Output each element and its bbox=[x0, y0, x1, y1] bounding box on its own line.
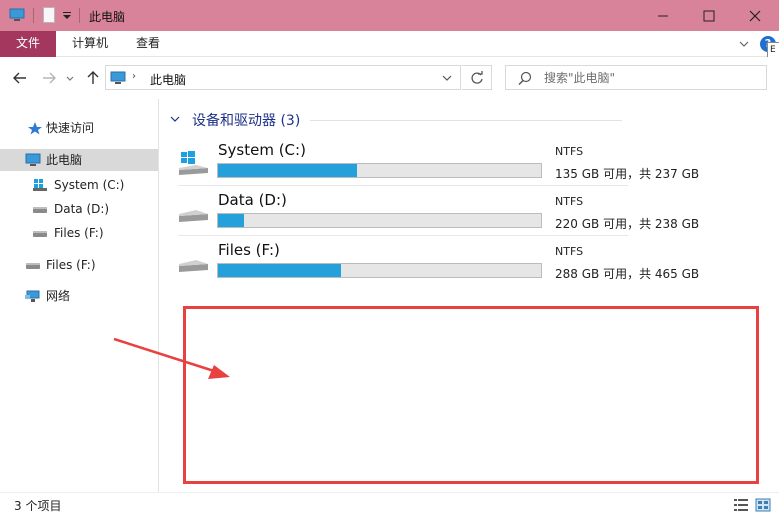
usage-bar-fill bbox=[218, 214, 244, 227]
group-title: 设备和驱动器 (3) bbox=[192, 113, 301, 129]
sidebar-item-label: Files (F:) bbox=[46, 258, 96, 272]
details-view-icon[interactable] bbox=[733, 498, 749, 512]
sidebar-item-label: Data (D:) bbox=[54, 202, 110, 216]
sidebar-item-data-d[interactable]: Data (D:) bbox=[0, 198, 158, 220]
windows-drive-icon bbox=[33, 179, 47, 191]
minimize-icon bbox=[658, 15, 668, 17]
forward-arrow-icon[interactable] bbox=[40, 69, 58, 87]
chevron-down-icon[interactable] bbox=[442, 74, 452, 82]
search-input[interactable] bbox=[544, 69, 754, 87]
large-icons-view-icon[interactable] bbox=[755, 498, 771, 512]
tab-computer[interactable]: 计算机 bbox=[66, 31, 114, 57]
tab-view[interactable]: 查看 bbox=[129, 31, 167, 57]
tab-file[interactable]: 文件 bbox=[0, 31, 56, 57]
minimize-button[interactable] bbox=[640, 0, 686, 31]
ribbon-tabs: 文件 计算机 查看 ? bbox=[0, 31, 779, 57]
sidebar-item-files-f[interactable]: Files (F:) bbox=[0, 222, 158, 244]
drive-name: Data (D:) bbox=[218, 191, 287, 209]
sidebar-item-files-f-root[interactable]: Files (F:) bbox=[0, 254, 158, 276]
sidebar-item-quick-access[interactable]: 快速访问 bbox=[0, 117, 158, 139]
address-bar[interactable]: › 此电脑 bbox=[105, 65, 461, 90]
computer-icon bbox=[9, 8, 25, 21]
sidebar-item-network[interactable]: 网络 bbox=[0, 285, 158, 307]
usage-bar bbox=[217, 163, 542, 178]
search-box[interactable] bbox=[505, 65, 767, 90]
drive-name: System (C:) bbox=[218, 141, 306, 159]
drive-tile-files-f[interactable]: Files (F:) NTFS 288 GB 可用，共 465 GB bbox=[178, 240, 779, 288]
expand-ribbon-icon[interactable] bbox=[738, 38, 750, 50]
star-icon bbox=[28, 122, 42, 135]
sidebar-item-label: Files (F:) bbox=[54, 226, 104, 240]
usage-bar-fill bbox=[218, 164, 357, 177]
sidebar-item-label: System (C:) bbox=[54, 178, 125, 192]
usage-bar-fill bbox=[218, 264, 341, 277]
free-space-text: 220 GB 可用，共 238 GB bbox=[555, 217, 700, 231]
breadcrumb[interactable]: 此电脑 bbox=[150, 71, 186, 88]
sidebar-item-label: 此电脑 bbox=[46, 153, 83, 167]
divider bbox=[33, 8, 34, 23]
sidebar-item-label: 网络 bbox=[46, 289, 71, 303]
divider bbox=[178, 235, 628, 236]
network-icon bbox=[25, 290, 40, 302]
item-count: 3 个项目 bbox=[14, 499, 62, 513]
annotation-highlight-box bbox=[183, 306, 759, 484]
close-icon bbox=[749, 10, 761, 22]
window-title: 此电脑 bbox=[89, 10, 126, 24]
title-bar: 此电脑 bbox=[0, 0, 779, 31]
windows-drive-icon bbox=[179, 151, 208, 175]
customize-quick-access-icon[interactable] bbox=[62, 10, 72, 20]
breadcrumb-separator-icon[interactable]: › bbox=[132, 71, 136, 82]
up-arrow-icon[interactable] bbox=[84, 69, 102, 87]
divider bbox=[79, 8, 80, 23]
maximize-button[interactable] bbox=[686, 0, 732, 31]
computer-icon bbox=[25, 153, 41, 166]
drive-tile-data-d[interactable]: Data (D:) NTFS 220 GB 可用，共 238 GB bbox=[178, 190, 779, 238]
back-arrow-icon[interactable] bbox=[11, 69, 29, 87]
usage-bar bbox=[217, 263, 542, 278]
status-bar: 3 个项目 bbox=[0, 492, 779, 516]
sidebar-item-system-c[interactable]: System (C:) bbox=[0, 174, 158, 196]
filesystem-label: NTFS bbox=[555, 195, 584, 208]
drive-icon bbox=[33, 231, 47, 237]
free-space-text: 288 GB 可用，共 465 GB bbox=[555, 267, 700, 281]
filesystem-label: NTFS bbox=[555, 145, 584, 158]
divider bbox=[178, 185, 628, 186]
refresh-icon bbox=[471, 71, 483, 84]
drive-name: Files (F:) bbox=[218, 241, 280, 259]
filesystem-label: NTFS bbox=[555, 245, 584, 258]
drive-icon bbox=[179, 260, 208, 272]
usage-bar bbox=[217, 213, 542, 228]
computer-icon bbox=[110, 71, 126, 84]
sidebar-item-this-pc[interactable]: 此电脑 bbox=[0, 149, 158, 171]
search-icon bbox=[518, 71, 532, 85]
drive-tile-system-c[interactable]: System (C:) NTFS 135 GB 可用，共 237 GB bbox=[178, 140, 779, 188]
recent-locations-icon[interactable] bbox=[64, 69, 76, 87]
navigation-pane: 快速访问 此电脑 System (C:) Data (D:) Files (F:… bbox=[0, 99, 159, 492]
group-header-devices[interactable]: 设备和驱动器 (3) bbox=[170, 110, 622, 130]
maximize-icon bbox=[703, 10, 715, 22]
refresh-button[interactable] bbox=[462, 65, 492, 90]
chevron-down-icon[interactable] bbox=[170, 114, 180, 124]
navigation-bar: › 此电脑 bbox=[0, 57, 779, 99]
properties-icon[interactable] bbox=[43, 7, 55, 23]
free-space-text: 135 GB 可用，共 237 GB bbox=[555, 167, 700, 181]
close-button[interactable] bbox=[732, 0, 778, 31]
sidebar-item-label: 快速访问 bbox=[46, 121, 95, 135]
annotation-arrow-icon bbox=[113, 337, 230, 379]
drive-icon bbox=[33, 207, 47, 213]
drive-icon bbox=[26, 263, 40, 269]
drive-icon bbox=[179, 210, 208, 222]
divider bbox=[310, 120, 622, 121]
